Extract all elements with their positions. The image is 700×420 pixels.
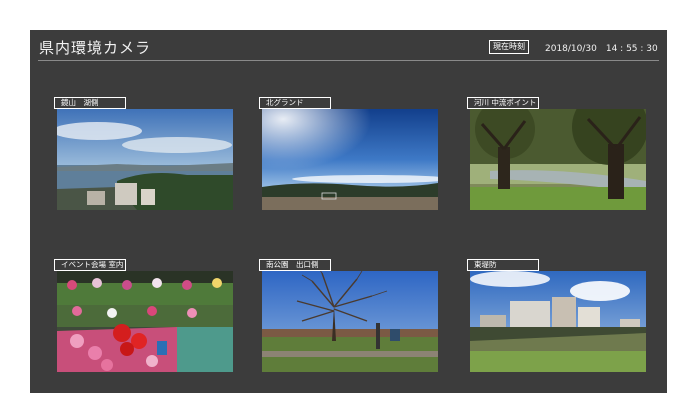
camera-tile-3[interactable]: 河川 中流ポイント xyxy=(467,94,646,210)
camera-feed-image[interactable] xyxy=(470,271,646,372)
camera-label: 南公園 出口側 xyxy=(259,259,331,271)
camera-label: 北グランド xyxy=(259,97,331,109)
camera-label: 鏡山 湖側 xyxy=(54,97,126,109)
camera-feed-image[interactable] xyxy=(57,109,233,210)
current-time-badge: 現在時刻 xyxy=(489,40,529,54)
camera-monitor-screen: 県内環境カメラ 現在時刻 2018/10/30 14 : 55 : 30 鏡山 … xyxy=(30,30,667,393)
camera-label: イベント会場 室内 xyxy=(54,259,126,271)
page-title: 県内環境カメラ xyxy=(39,39,152,57)
current-datetime: 2018/10/30 14 : 55 : 30 xyxy=(545,44,658,54)
camera-label: 河川 中流ポイント xyxy=(467,97,539,109)
header-divider xyxy=(38,60,659,61)
camera-tile-1[interactable]: 鏡山 湖側 xyxy=(54,94,233,210)
camera-label: 東堤防 xyxy=(467,259,539,271)
camera-feed-image[interactable] xyxy=(470,109,646,210)
camera-tile-4[interactable]: イベント会場 室内 xyxy=(54,256,233,372)
camera-feed-image[interactable] xyxy=(57,271,233,372)
camera-feed-image[interactable] xyxy=(262,271,438,372)
camera-feed-image[interactable] xyxy=(262,109,438,210)
camera-tile-2[interactable]: 北グランド xyxy=(259,94,438,210)
camera-tile-5[interactable]: 南公園 出口側 xyxy=(259,256,438,372)
camera-tile-6[interactable]: 東堤防 xyxy=(467,256,646,372)
